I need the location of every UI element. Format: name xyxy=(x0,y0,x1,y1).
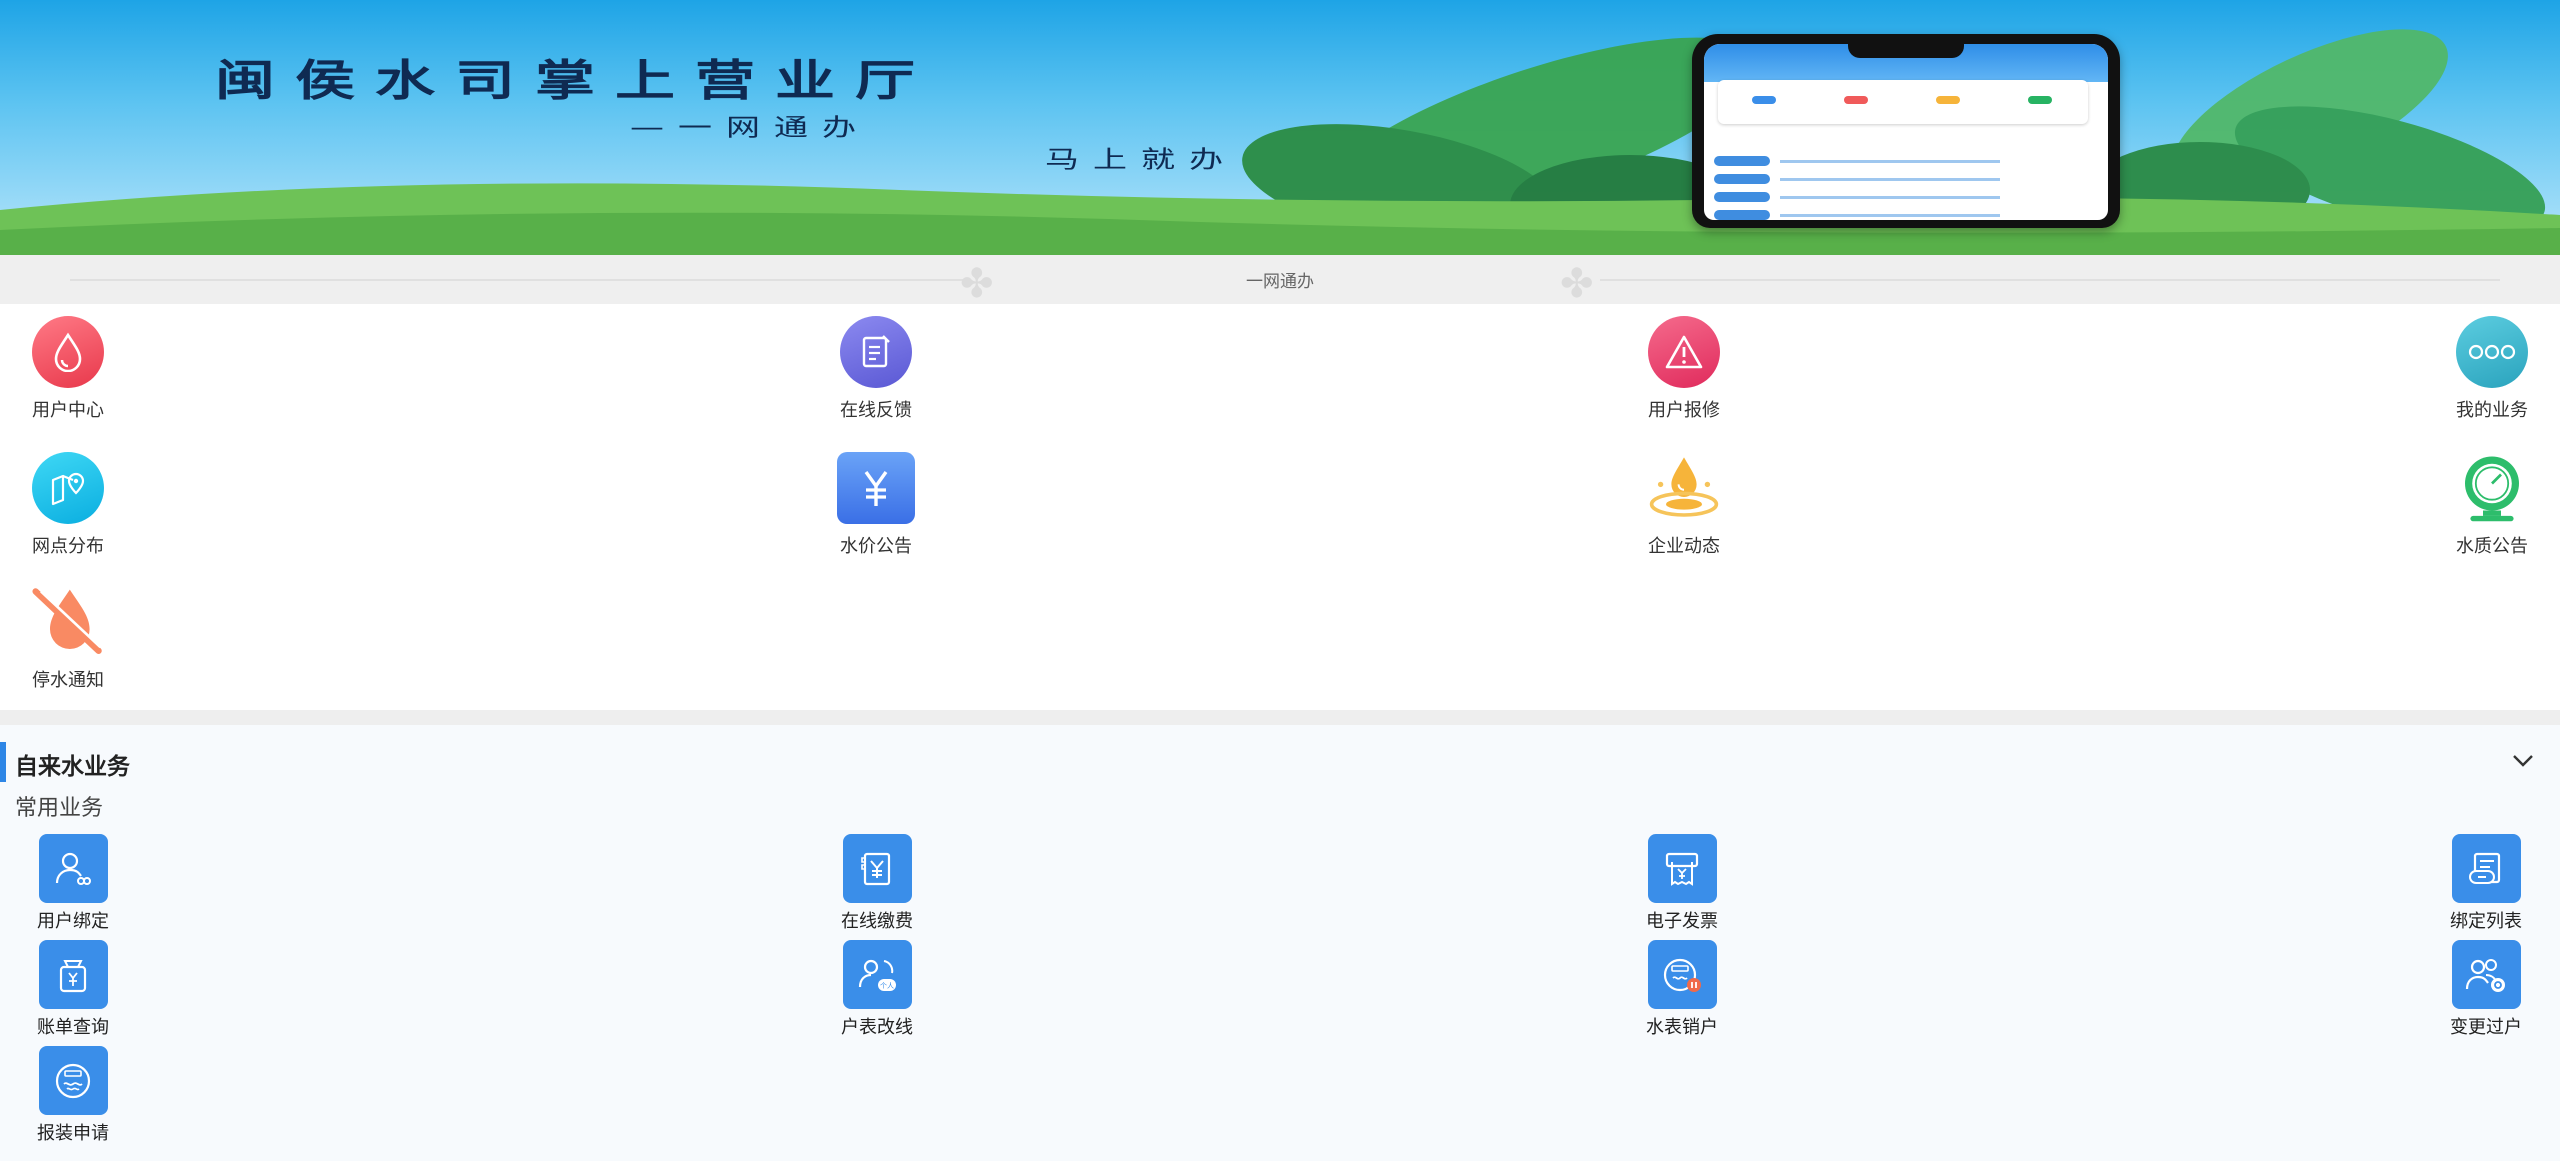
service-label: 网点分布 xyxy=(32,536,104,557)
floral-ornament-icon: ✤ xyxy=(960,261,994,307)
section-divider: ✤ ✤ 一网通办 xyxy=(0,255,2560,307)
transfer-owner-icon xyxy=(2451,940,2521,1009)
water-splash-icon xyxy=(1648,452,1720,524)
biz-label: 在线缴费 xyxy=(841,911,913,932)
quick-services-grid: 用户中心 在线反馈 用户报修 我的业务 网点分布 水价公告 企业动态 水质公告 … xyxy=(0,304,2560,710)
service-user-repair[interactable]: 用户报修 xyxy=(1624,316,1744,422)
biz-label: 水表销户 xyxy=(1646,1017,1718,1038)
group-title: 常用业务 xyxy=(15,796,104,821)
biz-bill-query[interactable]: 账单查询 xyxy=(18,940,128,1039)
biz-label: 账单查询 xyxy=(37,1017,109,1038)
biz-transfer-owner[interactable]: 变更过户 xyxy=(2431,940,2541,1039)
document-edit-icon xyxy=(840,316,912,388)
banner-slogan-2: 马上就办 xyxy=(1045,145,1237,174)
biz-label: 电子发票 xyxy=(1646,911,1718,932)
service-label: 在线反馈 xyxy=(840,400,912,421)
install-apply-icon xyxy=(38,1046,108,1115)
divider-label: 一网通办 xyxy=(1246,272,1314,292)
service-label: 企业动态 xyxy=(1648,536,1720,557)
banner-title: 闽侯水司掌上营业厅 xyxy=(215,56,935,107)
invoice-printer-icon xyxy=(1647,834,1717,903)
more-dots-icon xyxy=(2456,316,2528,388)
service-my-business[interactable]: 我的业务 xyxy=(2432,316,2552,422)
biz-label: 报装申请 xyxy=(37,1123,109,1144)
map-pin-icon xyxy=(32,452,104,524)
biz-user-binding[interactable]: 用户绑定 xyxy=(18,834,128,933)
service-water-outage[interactable]: 停水通知 xyxy=(8,586,128,692)
service-label: 用户中心 xyxy=(32,400,104,421)
service-label: 水质公告 xyxy=(2456,536,2528,557)
hero-banner: 闽侯水司掌上营业厅 —一网通办 马上就办 xyxy=(0,0,2560,255)
user-link-icon xyxy=(38,834,108,903)
service-user-center[interactable]: 用户中心 xyxy=(8,316,128,422)
biz-label: 绑定列表 xyxy=(2450,911,2522,932)
warning-icon xyxy=(1648,316,1720,388)
meter-reroute-icon: 个人 xyxy=(842,940,912,1009)
banner-slogan-1: —一网通办 xyxy=(630,113,870,142)
biz-e-invoice[interactable]: 电子发票 xyxy=(1627,834,1737,933)
water-meter-icon xyxy=(2456,452,2528,524)
biz-label: 用户绑定 xyxy=(37,911,109,932)
service-online-feedback[interactable]: 在线反馈 xyxy=(816,316,936,422)
service-label: 停水通知 xyxy=(32,670,104,691)
biz-online-payment[interactable]: 在线缴费 xyxy=(822,834,932,933)
service-label: 水价公告 xyxy=(840,536,912,557)
biz-label: 变更过户 xyxy=(2450,1017,2522,1038)
chevron-down-icon[interactable] xyxy=(2510,747,2536,773)
section-accent-bar xyxy=(0,742,6,782)
floral-ornament-icon: ✤ xyxy=(1560,261,1594,307)
biz-install-apply[interactable]: 报装申请 xyxy=(18,1046,128,1145)
service-water-quality[interactable]: 水质公告 xyxy=(2432,452,2552,558)
biz-bound-list[interactable]: 绑定列表 xyxy=(2431,834,2541,933)
service-label: 我的业务 xyxy=(2456,400,2528,421)
svg-text:个人: 个人 xyxy=(880,982,894,990)
water-off-icon xyxy=(32,586,104,658)
biz-label: 户表改线 xyxy=(841,1017,913,1038)
meter-cancel-icon xyxy=(1647,940,1717,1009)
service-company-news[interactable]: 企业动态 xyxy=(1624,452,1744,558)
section-title: 自来水业务 xyxy=(15,753,130,780)
service-water-price[interactable]: 水价公告 xyxy=(816,452,936,558)
price-board-icon xyxy=(837,452,915,524)
bound-list-icon xyxy=(2451,834,2521,903)
biz-meter-reroute[interactable]: 个人 户表改线 xyxy=(822,940,932,1039)
payment-receipt-icon xyxy=(842,834,912,903)
bill-bag-icon xyxy=(38,940,108,1009)
phone-mockup xyxy=(1692,34,2120,228)
biz-meter-cancel[interactable]: 水表销户 xyxy=(1627,940,1737,1039)
service-label: 用户报修 xyxy=(1648,400,1720,421)
water-drop-icon xyxy=(32,316,104,388)
service-branch-map[interactable]: 网点分布 xyxy=(8,452,128,558)
tap-water-business-section: 自来水业务 常用业务 用户绑定 在线缴费 电子发票 绑定列表 账单查询 个人 户… xyxy=(0,725,2560,1161)
section-gap xyxy=(0,710,2560,725)
banner-landscape xyxy=(0,29,2560,255)
